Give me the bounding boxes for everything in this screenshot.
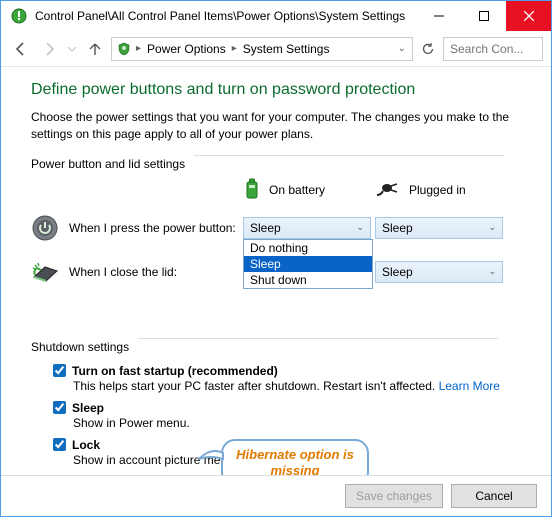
page-subtext: Choose the power settings that you want … [31, 109, 521, 143]
checkbox-sleep[interactable] [53, 401, 66, 414]
breadcrumb-item-system-settings[interactable]: System Settings [239, 42, 334, 56]
refresh-button[interactable] [417, 38, 439, 60]
search-input[interactable] [443, 37, 543, 61]
row-power-button: When I press the power button: Sleep ⌄ D… [31, 214, 521, 242]
up-button[interactable] [83, 37, 107, 61]
option-fast-startup: Turn on fast startup (recommended) This … [53, 364, 521, 393]
column-headers: On battery Plugged in [31, 177, 521, 204]
dropdown-power-button-battery: Do nothing Sleep Shut down [243, 239, 373, 289]
chevron-down-icon: ⌄ [488, 222, 496, 233]
window: Control Panel\All Control Panel Items\Po… [0, 0, 552, 517]
select-value: Sleep [382, 221, 413, 235]
page-title: Define power buttons and turn on passwor… [31, 81, 521, 99]
group-power-button-lid: Power button and lid settings [31, 157, 521, 171]
select-value: Sleep [250, 221, 281, 235]
plug-icon [375, 179, 401, 202]
select-lid-plugged[interactable]: Sleep ⌄ [375, 261, 503, 283]
annotation-text: Hibernate option is missing [221, 439, 369, 475]
chevron-down-icon: ⌄ [488, 266, 496, 277]
power-button-icon [31, 214, 59, 242]
navbar: ▸ Power Options ▸ System Settings ⌄ [1, 31, 551, 67]
chevron-right-icon[interactable]: ▸ [136, 43, 141, 54]
lid-icon [31, 258, 59, 286]
option-sleep: Sleep Show in Power menu. [53, 401, 521, 430]
callout-tail-icon [197, 445, 225, 465]
content-area: Define power buttons and turn on passwor… [1, 67, 551, 475]
col-plugged-in-label: Plugged in [409, 183, 466, 197]
chevron-down-icon[interactable]: ⌄ [398, 43, 406, 54]
dropdown-option-do-nothing[interactable]: Do nothing [244, 240, 372, 256]
select-value: Sleep [382, 265, 413, 279]
select-power-button-plugged[interactable]: Sleep ⌄ [375, 217, 503, 239]
chevron-right-icon[interactable]: ▸ [232, 43, 237, 54]
back-button[interactable] [9, 37, 33, 61]
option-lock-label: Lock [72, 438, 100, 452]
dropdown-option-sleep[interactable]: Sleep [244, 256, 372, 272]
col-plugged-in: Plugged in [375, 179, 507, 202]
select-power-button-battery[interactable]: Sleep ⌄ Do nothing Sleep Shut down [243, 217, 371, 239]
checkbox-lock[interactable] [53, 438, 66, 451]
forward-button[interactable] [37, 37, 61, 61]
control-panel-icon [9, 6, 29, 26]
option-fast-startup-desc: This helps start your PC faster after sh… [73, 379, 521, 393]
close-button[interactable] [506, 1, 551, 31]
chevron-down-icon: ⌄ [356, 222, 364, 233]
breadcrumb-item-power-options[interactable]: Power Options [143, 42, 230, 56]
minimize-button[interactable] [416, 1, 461, 31]
footer: Save changes Cancel [1, 475, 551, 516]
row-close-lid-label: When I close the lid: [69, 265, 177, 279]
col-on-battery: On battery [243, 177, 375, 204]
battery-icon [243, 177, 261, 204]
learn-more-link[interactable]: Learn More [439, 379, 500, 393]
recent-dropdown[interactable] [65, 37, 79, 61]
maximize-button[interactable] [461, 1, 506, 31]
option-sleep-desc: Show in Power menu. [73, 416, 521, 430]
row-power-button-label: When I press the power button: [69, 221, 236, 235]
titlebar: Control Panel\All Control Panel Items\Po… [1, 1, 551, 31]
annotation-callout: Hibernate option is missing [221, 439, 369, 475]
dropdown-option-shut-down[interactable]: Shut down [244, 272, 372, 288]
cancel-button[interactable]: Cancel [451, 484, 537, 508]
col-on-battery-label: On battery [269, 183, 325, 197]
breadcrumb[interactable]: ▸ Power Options ▸ System Settings ⌄ [111, 37, 413, 61]
save-button[interactable]: Save changes [345, 484, 443, 508]
option-fast-startup-label: Turn on fast startup (recommended) [72, 364, 278, 378]
option-sleep-label: Sleep [72, 401, 104, 415]
group-shutdown: Shutdown settings [31, 340, 521, 354]
window-title: Control Panel\All Control Panel Items\Po… [35, 9, 416, 23]
checkbox-fast-startup[interactable] [53, 364, 66, 377]
shield-icon [116, 41, 132, 57]
